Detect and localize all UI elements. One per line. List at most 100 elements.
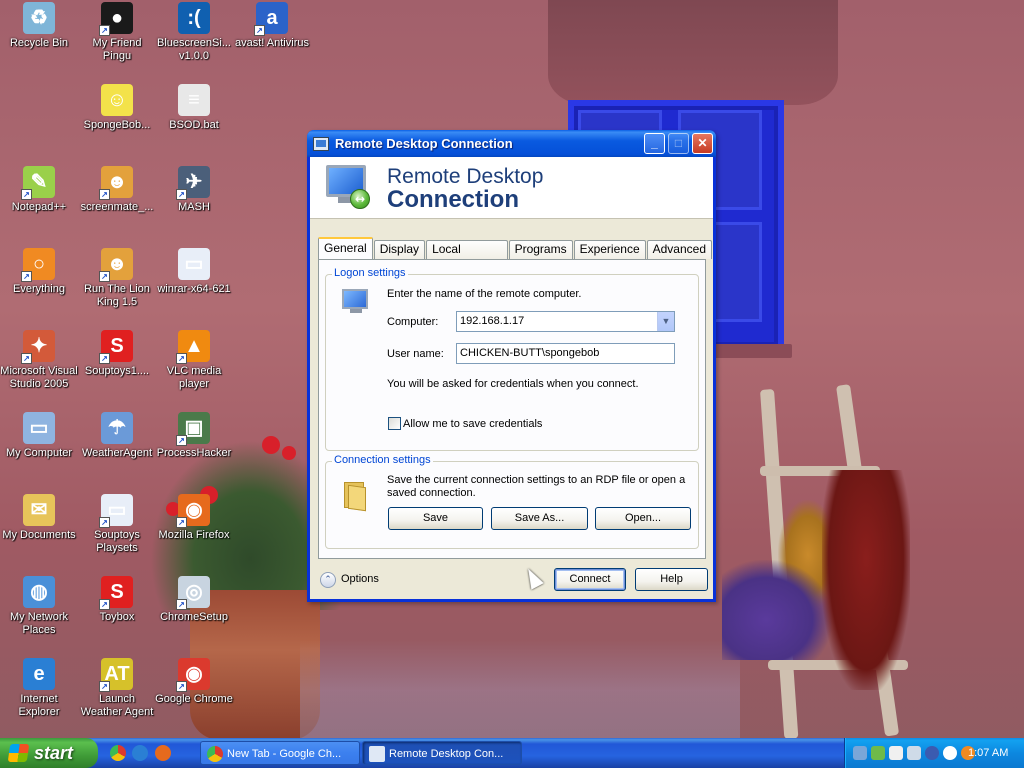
maximize-button[interactable]: □ [668,133,689,154]
desktop-item[interactable]: ○ ↗ Everything [0,248,78,296]
banner-title-line2: Connection [387,186,519,213]
desktop-item-label: ChromeSetup [160,611,228,623]
clock: 1:07 AM [968,747,1009,759]
desktop-item-label: Souptoys Playsets [94,529,140,554]
avast-tray-icon[interactable] [943,746,957,760]
safely-remove-tray-icon[interactable] [871,746,885,760]
task-remote-desktop[interactable]: Remote Desktop Con... [362,741,522,765]
quicklaunch-ie-icon[interactable] [132,745,148,761]
weatheragent-icon: ☂ [101,412,133,444]
volume-tray-icon[interactable] [889,746,903,760]
shortcut-arrow-icon: ↗ [99,271,110,282]
minimize-button[interactable]: _ [644,133,665,154]
window-title: Remote Desktop Connection [335,136,513,151]
desktop-item[interactable]: AT ↗ Launch Weather Agent [78,658,156,719]
shortcut-arrow-icon: ↗ [176,189,187,200]
desktop-item-label: screenmate_... [80,201,154,213]
desktop-item[interactable]: ✉ My Documents [0,494,78,542]
logon-settings-group: Logon settings Enter the name of the rem… [325,267,699,451]
desktop-item[interactable]: ✎ ↗ Notepad++ [0,166,78,214]
desktop-item[interactable]: ☻ ↗ screenmate_... [78,166,156,214]
connect-button[interactable]: Connect [554,568,626,591]
desktop-item[interactable]: ▲ ↗ VLC media player [155,330,233,391]
desktop-item[interactable]: ☺ SpongeBob... [78,84,156,132]
google-chrome-icon: ◉ ↗ [176,658,210,692]
desktop-item-label: Recycle Bin [9,37,69,49]
screenmate-icon: ☻ ↗ [99,166,133,200]
tab-general[interactable]: General [318,237,373,259]
desktop-item[interactable]: :(BluescreenSi... v1.0.0 [155,2,233,63]
desktop-item[interactable]: ◉ ↗ Mozilla Firefox [155,494,233,542]
mash-icon: ✈ ↗ [176,166,210,200]
banner: ↔ Remote Desktop Connection [310,157,713,219]
chevron-down-icon[interactable]: ▼ [657,312,674,331]
rdc-window: Remote Desktop Connection _ □ ✕ ↔ Remote… [307,130,716,602]
flower [262,436,280,454]
tab-advanced[interactable]: Advanced [646,240,712,259]
desktop-item[interactable]: ☻ ↗ Run The Lion King 1.5 [78,248,156,309]
desktop-item[interactable]: ▣ ↗ ProcessHacker [155,412,233,460]
my-network-places-icon: ◍ [23,576,55,608]
desktop-item-label: Microsoft Visual Studio 2005 [0,365,78,390]
folder-icon [342,480,370,512]
bsod-bat-icon: ≡ [178,84,210,116]
computer-combobox[interactable]: 192.168.1.17 ▼ [456,311,675,332]
desktop-item[interactable]: e Internet Explorer [0,658,78,719]
desktop-item-label: Toybox [99,611,135,623]
start-button[interactable]: start [0,738,98,768]
desktop-item[interactable]: ▭ ↗ Souptoys Playsets [78,494,156,555]
quicklaunch-chrome-icon[interactable] [110,745,126,761]
tab-local-resources[interactable]: Local Resources [426,240,508,273]
notepadpp-icon: ✎ ↗ [21,166,55,200]
username-field[interactable]: CHICKEN-BUTT\spongebob [456,343,675,364]
desktop-item[interactable]: ◍ My Network Places [0,576,78,637]
monitor-tray-icon[interactable] [907,746,921,760]
desktop-item[interactable]: ● ↗ My Friend Pingu [78,2,156,63]
close-button[interactable]: ✕ [692,133,713,154]
titlebar[interactable]: Remote Desktop Connection _ □ ✕ [307,130,716,157]
quicklaunch-firefox-icon[interactable] [155,745,171,761]
save-button[interactable]: Save [388,507,483,530]
desktop-item-label: avast! Antivirus [235,37,309,49]
desktop-item-label: Everything [13,283,65,295]
allow-save-credentials-label[interactable]: Allow me to save credentials [403,418,542,431]
options-toggle-icon[interactable]: ⌃ [320,572,336,588]
desktop-item[interactable]: ☂ WeatherAgent [78,412,156,460]
desktop-item[interactable]: ◉ ↗ Google Chrome [155,658,233,706]
task-chrome[interactable]: New Tab - Google Ch... [200,741,360,765]
tab-display[interactable]: Display [373,240,426,259]
desktop-item[interactable]: ✦ ↗ Microsoft Visual Studio 2005 [0,330,78,391]
desktop-item-label: My Computer [5,447,73,459]
info-tray-icon[interactable] [925,746,939,760]
allow-save-credentials-checkbox[interactable] [388,417,401,430]
open-button[interactable]: Open... [595,507,691,530]
desktop-item[interactable]: ✈ ↗ MASH [155,166,233,214]
help-button[interactable]: Help [635,568,708,591]
desktop-item[interactable]: S ↗ Toybox [78,576,156,624]
desktop-item-label: BSOD.bat [169,119,219,131]
desktop-item-label: Souptoys1.... [84,365,150,377]
tab-programs[interactable]: Programs [508,240,573,259]
shortcut-arrow-icon: ↗ [176,681,187,692]
winrar-icon: ▭ [178,248,210,280]
bluescreen-icon: :( [178,2,210,34]
desktop-item-label: My Documents [2,529,76,541]
desktop-item[interactable]: ◎ ↗ ChromeSetup [155,576,233,624]
desktop-item[interactable]: ≡ BSOD.bat [155,84,233,132]
desktop-item[interactable]: ♻ Recycle Bin [0,2,78,50]
launch-weather-agent-icon: AT ↗ [99,658,133,692]
desktop-item[interactable]: ▭ My Computer [0,412,78,460]
lavender-bundle [722,560,832,660]
network-tray-icon[interactable] [853,746,867,760]
tab-experience[interactable]: Experience [573,240,646,259]
desktop-item[interactable]: a ↗ avast! Antivirus [233,2,311,50]
options-label[interactable]: Options [341,573,379,585]
desktop-item[interactable]: S ↗ Souptoys1.... [78,330,156,378]
shortcut-arrow-icon: ↗ [254,25,265,36]
souptoys-playsets-icon: ▭ ↗ [99,494,133,528]
shortcut-arrow-icon: ↗ [99,517,110,528]
save-as-button[interactable]: Save As... [491,507,588,530]
connection-description: Save the current connection settings to … [387,474,686,499]
everything-icon: ○ ↗ [21,248,55,282]
desktop-item[interactable]: ▭ winrar-x64-621 [155,248,233,296]
